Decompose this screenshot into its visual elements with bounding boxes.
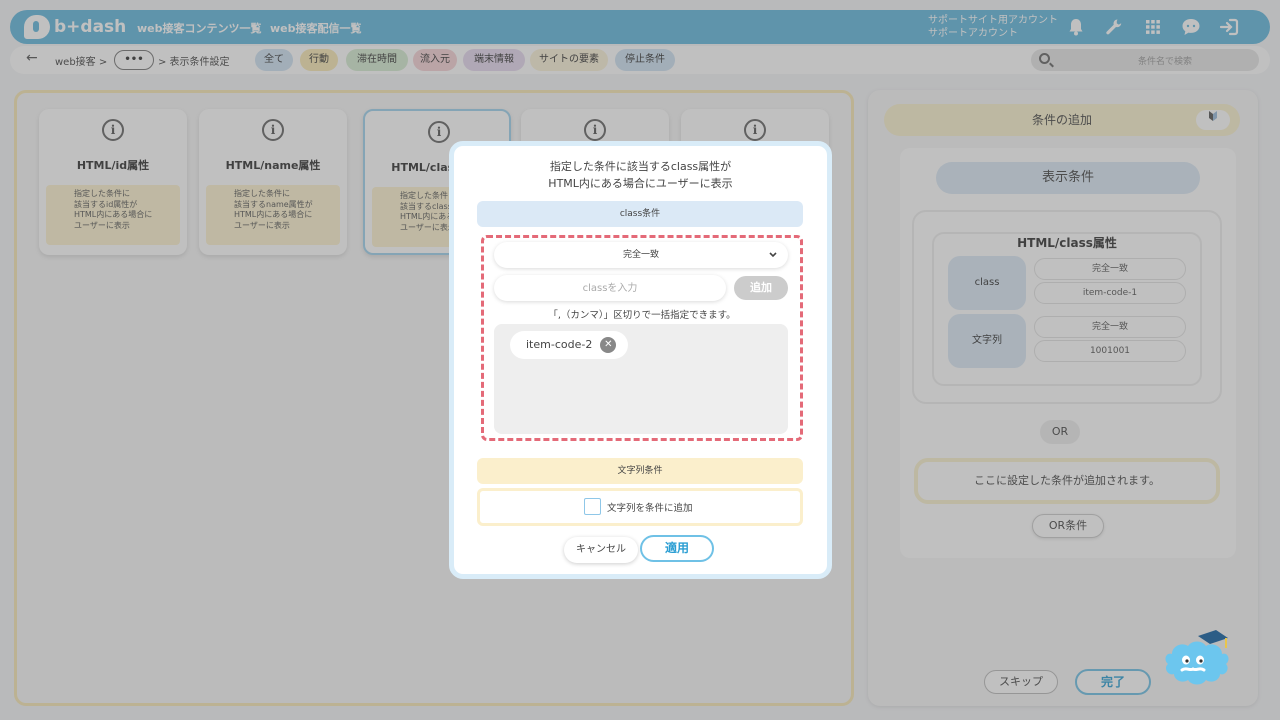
class-condition-area: 完全一致 追加 「,（カンマ）」区切りで一括指定できます。 item-code-… — [481, 235, 803, 441]
class-condition-modal: 指定した条件に該当するclass属性が HTML内にある場合にユーザーに表示 c… — [449, 141, 832, 579]
string-condition-area: 文字列を条件に追加 — [477, 488, 803, 526]
apply-button[interactable]: 適用 — [640, 535, 714, 562]
string-condition-checkbox-label[interactable]: 文字列を条件に追加 — [607, 500, 693, 514]
cancel-button[interactable]: キャンセル — [564, 537, 638, 563]
modal-title: 指定した条件に該当するclass属性が HTML内にある場合にユーザーに表示 — [454, 158, 827, 192]
mascot-assistant-icon[interactable] — [1158, 624, 1230, 694]
chevron-down-icon — [768, 242, 778, 279]
modal-title-line2: HTML内にある場合にユーザーに表示 — [548, 177, 733, 190]
remove-tag-icon[interactable]: ✕ — [600, 337, 617, 353]
add-class-button[interactable]: 追加 — [734, 276, 788, 300]
string-condition-checkbox[interactable] — [584, 498, 601, 515]
class-condition-section-header: class条件 — [477, 201, 803, 227]
string-condition-section-header: 文字列条件 — [477, 458, 803, 484]
match-type-value: 完全一致 — [622, 250, 659, 260]
comma-hint-text: 「,（カンマ）」区切りで一括指定できます。 — [548, 310, 736, 321]
class-input[interactable] — [494, 275, 726, 301]
class-tag-list: item-code-2 ✕ — [494, 324, 788, 434]
modal-title-line1: 指定した条件に該当するclass属性が — [549, 160, 732, 173]
match-type-select[interactable]: 完全一致 — [494, 242, 788, 268]
class-tag-label: item-code-2 — [526, 338, 593, 351]
class-tag: item-code-2 ✕ — [510, 331, 629, 359]
